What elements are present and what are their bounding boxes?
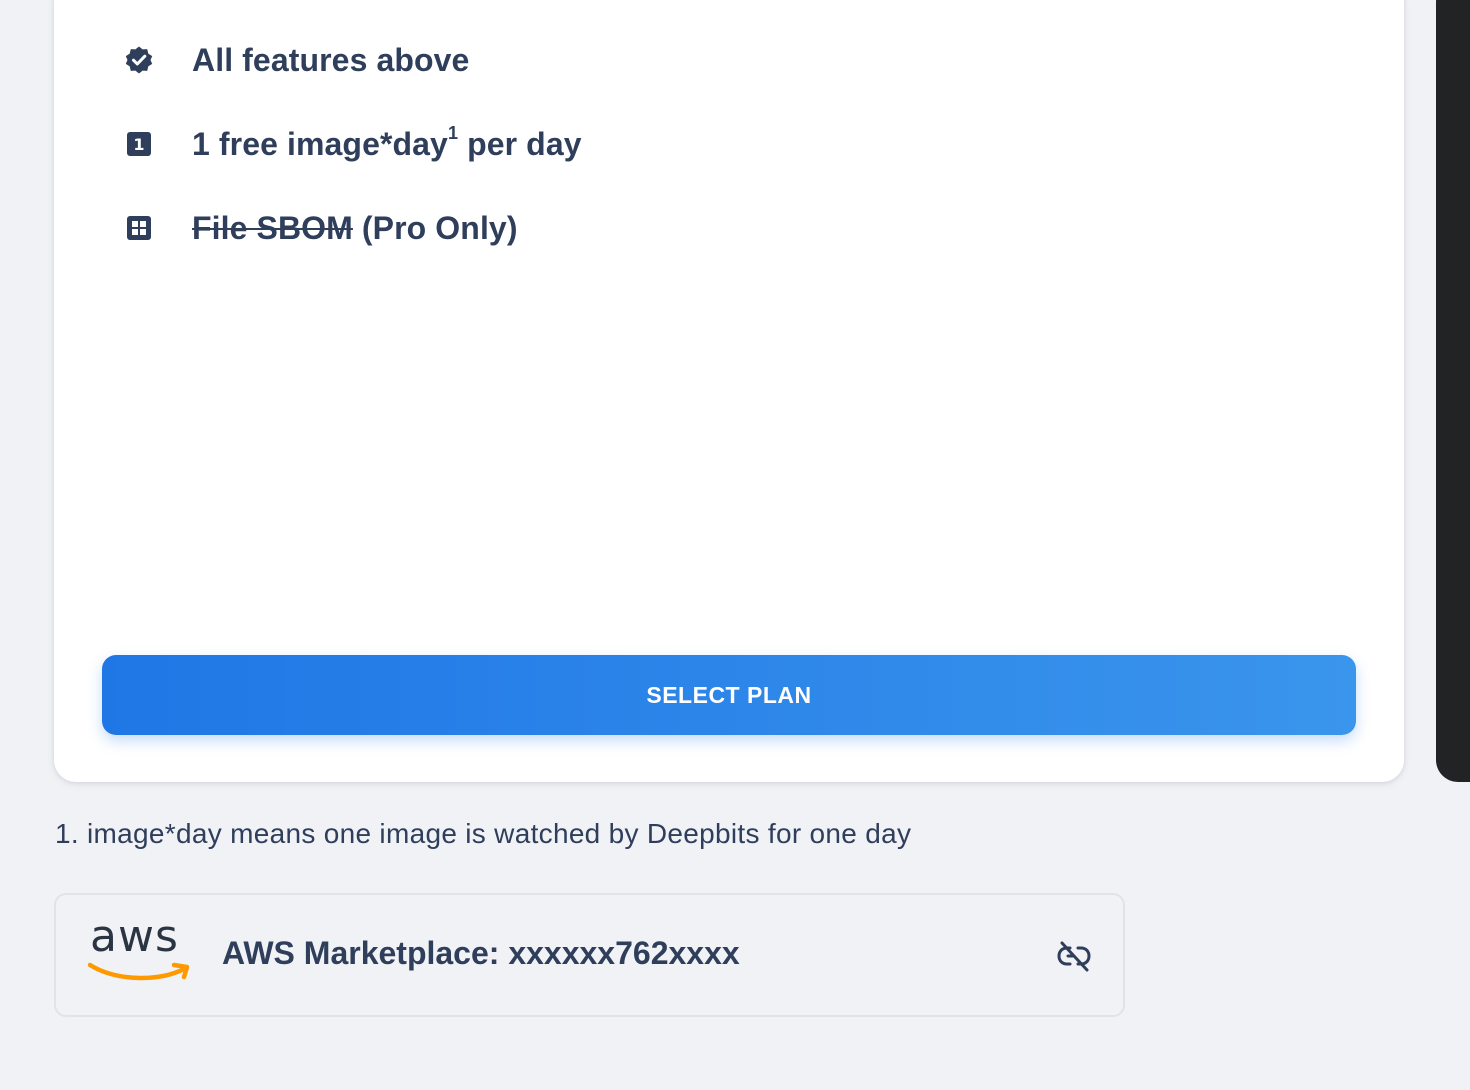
feature-item-free-image-day: 1 1 free image*day1 per day (124, 122, 582, 164)
svg-text:1: 1 (133, 135, 144, 154)
feature-label-tail: (Pro Only) (352, 209, 518, 246)
feature-label-main: 1 free image*day (192, 125, 448, 162)
aws-logo: aws (88, 911, 192, 989)
verified-badge-icon (124, 45, 154, 75)
aws-logo-text: aws (90, 911, 179, 962)
feature-label-strikethrough: File SBOM (192, 209, 353, 246)
unlink-icon[interactable] (1054, 937, 1094, 977)
plan-card: All features above 1 1 free image*day1 p… (54, 0, 1404, 782)
feature-label: 1 free image*day1 per day (192, 122, 582, 163)
number-one-box-icon: 1 (124, 129, 154, 159)
feature-label: All features above (192, 41, 470, 78)
feature-label: File SBOM (Pro Only) (192, 210, 518, 247)
aws-smile-arrow-icon (88, 962, 190, 981)
adjacent-plan-card-edge (1436, 0, 1470, 782)
grid-box-icon (124, 213, 154, 243)
feature-item-file-sbom: File SBOM (Pro Only) (124, 208, 518, 248)
footnote-text: 1. image*day means one image is watched … (55, 818, 912, 849)
feature-label-tail: per day (458, 125, 582, 162)
footnote-marker: 1 (447, 122, 459, 143)
pricing-page: All features above 1 1 free image*day1 p… (0, 0, 1470, 1090)
aws-marketplace-panel: aws AWS Marketplace: xxxxxx762xxxx (54, 893, 1125, 1017)
select-plan-button[interactable]: SELECT PLAN (102, 655, 1356, 735)
aws-marketplace-account-label: AWS Marketplace: xxxxxx762xxxx (222, 935, 740, 971)
feature-item-all-features: All features above (124, 40, 469, 80)
